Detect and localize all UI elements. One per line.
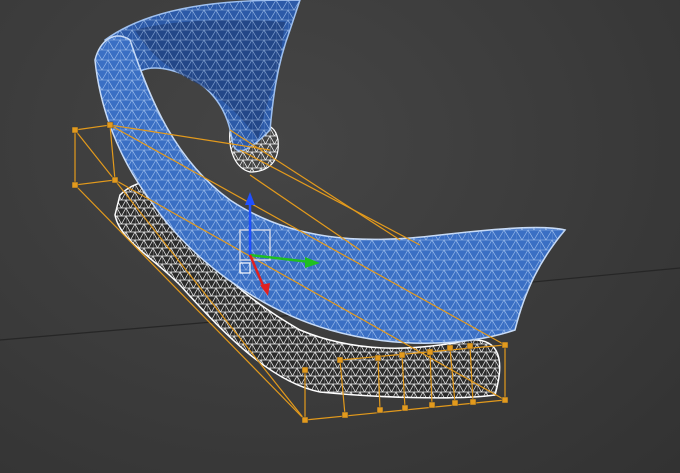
gizmo-z-arrow[interactable] — [245, 192, 255, 205]
viewport-canvas[interactable] — [0, 0, 680, 473]
3d-viewport[interactable] — [0, 0, 680, 473]
bumper-upper-blue-mesh[interactable] — [94, 0, 567, 344]
